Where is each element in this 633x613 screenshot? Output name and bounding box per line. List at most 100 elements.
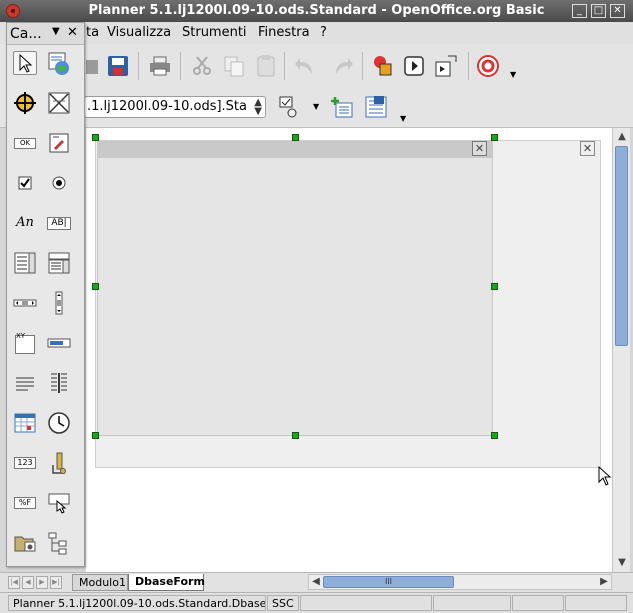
- menu-help[interactable]: ?: [320, 25, 327, 40]
- dialog-form-close-icon[interactable]: ✕: [472, 141, 487, 156]
- next-tab-icon[interactable]: ▶: [36, 576, 48, 589]
- horizontal-scrollbar[interactable]: ◀ III ▶: [308, 574, 612, 590]
- properties-icon[interactable]: [47, 131, 71, 155]
- copy-icon[interactable]: [222, 54, 246, 78]
- time-field-icon[interactable]: [47, 411, 71, 435]
- resize-handle[interactable]: [92, 283, 99, 290]
- toolbar-separator: [138, 52, 139, 80]
- crosshair-icon[interactable]: [13, 91, 37, 115]
- option-button-icon[interactable]: [47, 171, 71, 195]
- standard-toolbar: ▼: [0, 44, 633, 88]
- status-cell: [565, 595, 627, 611]
- tab-dbaseform[interactable]: DbaseForm: [128, 574, 205, 591]
- progress-bar-icon[interactable]: [47, 331, 71, 355]
- image-control-icon[interactable]: [47, 51, 71, 75]
- ok-button-icon[interactable]: OK: [13, 131, 37, 155]
- horizontal-line-icon[interactable]: [13, 371, 37, 395]
- controls-palette[interactable]: Ca... ▼ ✕ OK An AB| XY 123 %F: [6, 22, 85, 567]
- label-icon[interactable]: An: [13, 211, 37, 235]
- toolbar-overflow-icon[interactable]: ▼: [510, 70, 516, 79]
- cut-icon[interactable]: [190, 54, 214, 78]
- toolbar-separator: [362, 52, 363, 80]
- pattern-field-icon[interactable]: [47, 491, 71, 515]
- menu-strumenti[interactable]: Strumenti: [182, 25, 247, 40]
- paste-icon[interactable]: [254, 54, 278, 78]
- scroll-right-icon[interactable]: ▶: [597, 575, 611, 589]
- print-icon[interactable]: [148, 54, 172, 78]
- text-box-icon[interactable]: AB|: [47, 211, 71, 235]
- close-button[interactable]: ✕: [610, 4, 625, 18]
- toolbar-separator: [284, 52, 285, 80]
- resize-handle[interactable]: [92, 134, 99, 141]
- date-field-icon[interactable]: [13, 411, 37, 435]
- tab-modulo1[interactable]: Modulo1: [72, 574, 128, 591]
- activate-test-mode-icon[interactable]: [47, 91, 71, 115]
- maximize-button[interactable]: □: [591, 4, 606, 18]
- scroll-left-icon[interactable]: ◀: [309, 575, 323, 589]
- status-cell: [300, 595, 432, 611]
- macro-dialog-icon[interactable]: [434, 54, 458, 78]
- open-icon[interactable]: [84, 54, 108, 78]
- spin-arrows-icon[interactable]: ▲ ▼: [254, 98, 262, 117]
- run-icon[interactable]: [402, 54, 426, 78]
- macro-toolbar: .1.lj1200l.09-10.ods].Sta ▲ ▼ ▼ ▼: [0, 88, 633, 128]
- title-bar: Planner 5.1.lj1200l.09-10.ods.Standard -…: [0, 0, 633, 22]
- horizontal-scroll-thumb[interactable]: III: [323, 576, 454, 588]
- vertical-line-icon[interactable]: [47, 371, 71, 395]
- menu-modifica[interactable]: ta: [86, 25, 99, 40]
- combo-box-icon[interactable]: [47, 251, 71, 275]
- help-icon[interactable]: [476, 54, 500, 78]
- dialog-frame-close-icon[interactable]: ✕: [580, 141, 595, 156]
- save-basic-icon[interactable]: [364, 95, 388, 119]
- tree-control-icon[interactable]: [47, 531, 71, 555]
- file-selection-icon[interactable]: [13, 531, 37, 555]
- palette-close-icon[interactable]: ✕: [67, 25, 78, 40]
- library-combo[interactable]: .1.lj1200l.09-10.ods].Sta ▲ ▼: [84, 96, 266, 118]
- formatted-field-label: %F: [14, 497, 36, 509]
- select-module-icon[interactable]: [278, 95, 302, 119]
- dialog-form[interactable]: [97, 141, 493, 436]
- palette-header[interactable]: Ca... ▼ ✕: [7, 23, 84, 45]
- horizontal-scrollbar-icon[interactable]: [13, 291, 37, 315]
- numeric-field-icon[interactable]: 123: [13, 451, 37, 475]
- toolbar-separator: [180, 52, 181, 80]
- vertical-scrollbar-icon[interactable]: [47, 291, 71, 315]
- minimize-button[interactable]: _: [572, 4, 587, 18]
- formatted-field-icon[interactable]: %F: [13, 491, 37, 515]
- dropdown-icon[interactable]: ▼: [313, 102, 319, 111]
- resize-handle[interactable]: [491, 432, 498, 439]
- checkbox-icon[interactable]: [13, 171, 37, 195]
- undo-icon[interactable]: [294, 54, 318, 78]
- numeric-field-label: 123: [14, 457, 36, 469]
- insert-source-icon[interactable]: [330, 95, 354, 119]
- vertical-scrollbar[interactable]: ▲ ▼: [612, 128, 630, 572]
- group-box-icon[interactable]: XY: [13, 331, 37, 355]
- window-title: Planner 5.1.lj1200l.09-10.ods.Standard -…: [88, 3, 545, 18]
- resize-handle[interactable]: [491, 134, 498, 141]
- vertical-scroll-thumb[interactable]: [615, 146, 628, 346]
- ok-button-label: OK: [14, 138, 36, 149]
- resize-handle[interactable]: [92, 432, 99, 439]
- prev-tab-icon[interactable]: ◀: [22, 576, 34, 589]
- scroll-up-icon[interactable]: ▲: [615, 130, 629, 144]
- list-box-icon[interactable]: [13, 251, 37, 275]
- resize-handle[interactable]: [491, 283, 498, 290]
- menu-bar: ta Visualizza Strumenti Finestra ?: [0, 22, 633, 44]
- resize-handle[interactable]: [292, 134, 299, 141]
- status-mode: SSC: [267, 595, 299, 611]
- palette-dropdown-icon[interactable]: ▼: [52, 26, 60, 37]
- menu-finestra[interactable]: Finestra: [258, 25, 310, 40]
- mouse-pointer-icon: [598, 466, 612, 486]
- menu-visualizza[interactable]: Visualizza: [107, 25, 171, 40]
- first-tab-icon[interactable]: |◀: [8, 576, 20, 589]
- save-icon[interactable]: [106, 54, 130, 78]
- toolbar-overflow-icon[interactable]: ▼: [400, 114, 406, 123]
- currency-field-icon[interactable]: [47, 451, 71, 475]
- select-icon[interactable]: [13, 51, 37, 75]
- status-bar: Planner 5.1.lj1200l.09-10.ods.Standard.D…: [0, 592, 633, 613]
- insert-object-icon[interactable]: [370, 54, 394, 78]
- resize-handle[interactable]: [292, 432, 299, 439]
- scroll-down-icon[interactable]: ▼: [615, 556, 629, 570]
- last-tab-icon[interactable]: ▶|: [50, 576, 62, 589]
- redo-icon[interactable]: [330, 54, 354, 78]
